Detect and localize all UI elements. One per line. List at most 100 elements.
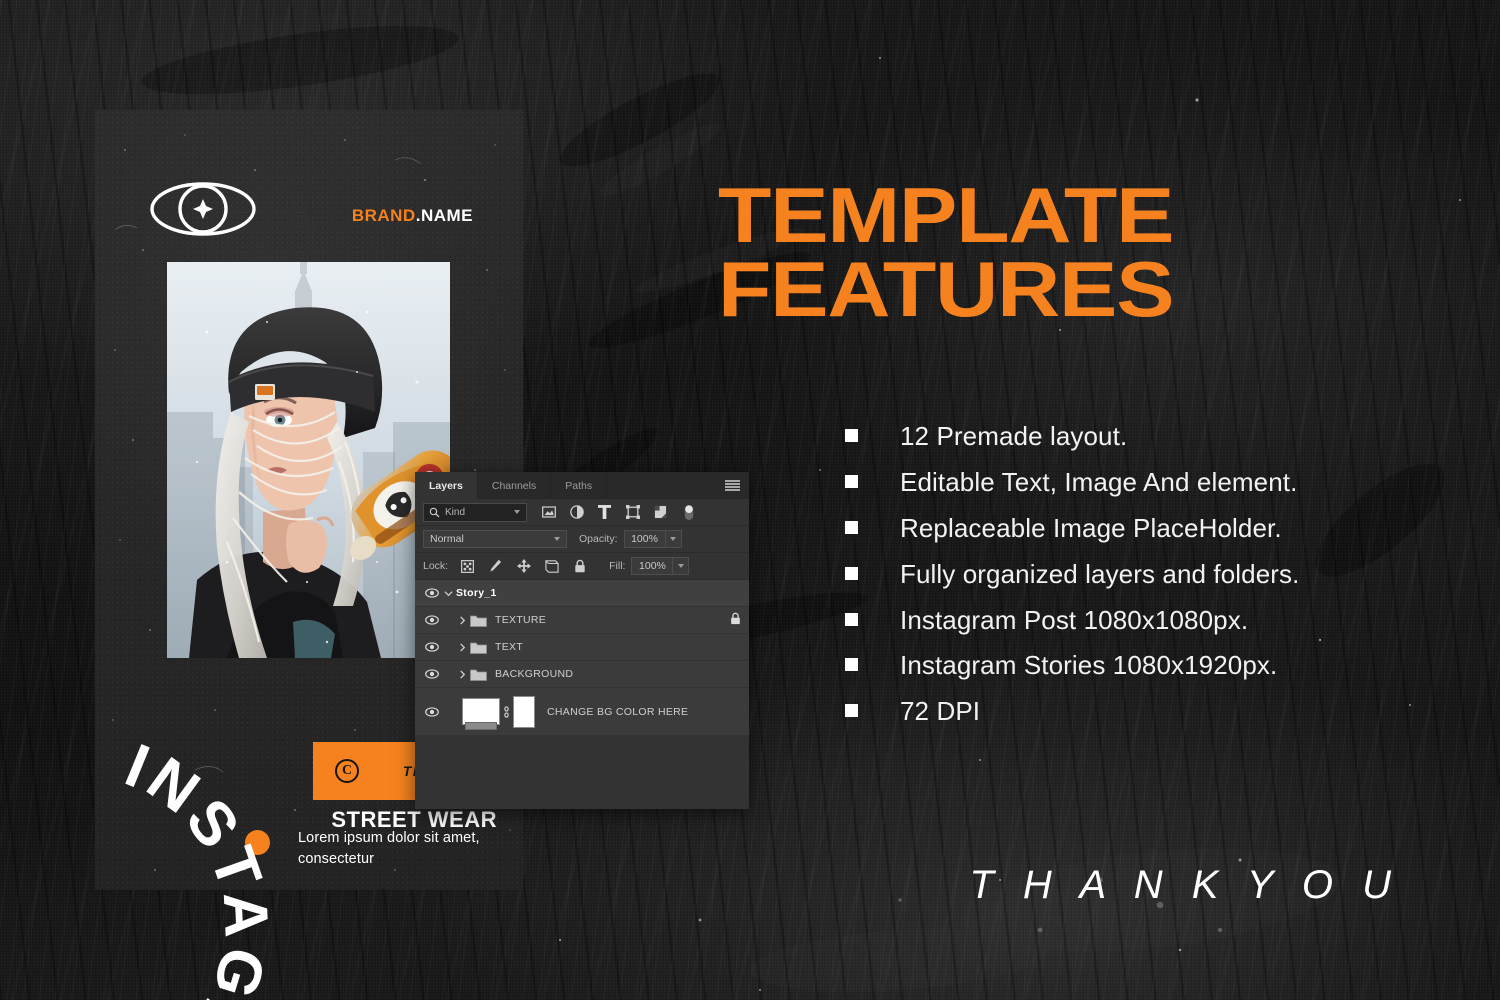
list-item: Editable Text, Image And element. xyxy=(845,466,1465,498)
panel-footer xyxy=(415,736,749,760)
hamburger-menu-icon[interactable] xyxy=(725,480,740,491)
tab-layers-label: Layers xyxy=(429,479,463,492)
layer-name: Story_1 xyxy=(456,587,497,599)
link-mask-icon[interactable] xyxy=(500,705,513,719)
list-item: Fully organized layers and folders. xyxy=(845,558,1465,590)
eye-visibility-icon[interactable] xyxy=(423,615,440,625)
lock-all-icon[interactable] xyxy=(572,559,587,574)
feature-label: 72 DPI xyxy=(900,696,981,727)
brand-secondary: .NAME xyxy=(415,206,473,225)
layer-lock-icon[interactable] xyxy=(730,612,741,628)
list-item: 72 DPI xyxy=(845,696,1465,727)
kind-filter-label: Kind xyxy=(445,506,466,518)
list-item: Instagram Stories 1080x1920px. xyxy=(845,651,1465,681)
chevron-down-icon xyxy=(670,537,677,541)
lock-image-pixels-icon[interactable] xyxy=(488,559,503,574)
tab-channels-label: Channels xyxy=(491,479,537,492)
lock-transparent-pixels-icon[interactable] xyxy=(460,559,475,574)
table-row[interactable]: Story_1 xyxy=(415,580,749,607)
smart-object-filter-icon[interactable] xyxy=(653,505,668,520)
opacity-value: 100% xyxy=(631,533,658,545)
table-row[interactable]: CHANGE BG COLOR HERE xyxy=(415,688,749,736)
feature-label: Instagram Post 1080x1080px. xyxy=(900,604,1249,635)
table-row[interactable]: TEXTURE xyxy=(415,607,749,634)
eye-visibility-icon[interactable] xyxy=(423,706,440,717)
search-icon xyxy=(429,507,440,517)
layer-name: TEXTURE xyxy=(495,614,547,626)
chevron-down-icon xyxy=(677,564,684,568)
adjustment-layer-filter-icon[interactable] xyxy=(569,505,584,520)
layer-name: CHANGE BG COLOR HERE xyxy=(547,705,689,718)
eye-visibility-icon[interactable] xyxy=(423,669,440,679)
fill-input[interactable]: 100% xyxy=(631,557,674,575)
blend-mode-row: Normal Opacity: 100% xyxy=(415,526,749,553)
heading-line-2: FEATURES xyxy=(718,245,1174,334)
lorem-text: Lorem ipsum dolor sit amet, consectetur xyxy=(298,830,480,867)
folder-icon xyxy=(470,615,487,627)
opacity-label: Opacity: xyxy=(579,533,618,545)
fill-value: 100% xyxy=(639,560,666,572)
eye-visibility-icon[interactable] xyxy=(423,588,440,598)
type-layer-filter-icon[interactable] xyxy=(597,505,612,520)
feature-label: 12 Premade layout. xyxy=(900,421,1128,451)
lorem-row: Lorem ipsum dolor sit amet, consectetur xyxy=(245,828,508,869)
opacity-input[interactable]: 100% xyxy=(623,530,666,548)
filter-type-icons xyxy=(541,504,696,520)
blend-mode-select[interactable]: Normal xyxy=(423,530,567,548)
presentation-stage: BRAND.NAME C Lorem ipsum dolor sit amet,… xyxy=(0,0,1500,1000)
fill-stepper[interactable] xyxy=(673,557,690,575)
lock-artboard-nesting-icon[interactable] xyxy=(544,559,559,574)
feature-label: Fully organized layers and folders. xyxy=(900,558,1300,589)
layer-name: BACKGROUND xyxy=(495,668,574,680)
eye-visibility-icon[interactable] xyxy=(423,642,440,652)
heading-line-1: TEMPLATE xyxy=(718,171,1174,259)
feature-label: Instagram Stories 1080x1920px. xyxy=(900,650,1278,681)
chevron-right-icon[interactable] xyxy=(454,615,470,625)
eye-star-logo-icon xyxy=(150,182,256,236)
bullet-square-icon xyxy=(845,566,858,580)
lock-label: Lock: xyxy=(423,560,449,572)
shape-layer-filter-icon[interactable] xyxy=(625,505,640,520)
filter-toggle-switch[interactable] xyxy=(681,504,696,520)
chevron-right-icon[interactable] xyxy=(454,669,470,679)
thank-you-text: T H A N K Y O U xyxy=(969,863,1400,907)
lock-position-icon[interactable] xyxy=(516,559,531,574)
bullet-square-icon xyxy=(845,474,858,488)
table-row[interactable]: BACKGROUND xyxy=(415,661,749,688)
list-item: Instagram Post 1080x1080px. xyxy=(845,604,1465,636)
list-item: 12 Premade layout. xyxy=(845,421,1465,452)
card-footer-title: STREET WEAR xyxy=(331,806,497,832)
layer-name: TEXT xyxy=(495,641,524,653)
chevron-down-icon xyxy=(554,537,560,541)
lock-row: Lock: Fill: 100% xyxy=(415,553,749,580)
pixel-layer-filter-icon[interactable] xyxy=(541,505,556,520)
kind-filter-select[interactable]: Kind xyxy=(423,502,527,522)
layer-filter-row: Kind xyxy=(415,499,749,526)
photo-image xyxy=(167,262,450,658)
opacity-stepper[interactable] xyxy=(665,530,682,548)
chevron-right-icon[interactable] xyxy=(454,642,470,652)
chevron-down-icon[interactable] xyxy=(440,590,456,597)
brand-primary: BRAND xyxy=(351,206,416,225)
instagram-circular-text: INSTAGRAM xyxy=(80,731,270,1000)
bullet-square-icon xyxy=(845,429,858,442)
feature-label: Editable Text, Image And element. xyxy=(900,466,1298,497)
tab-layers[interactable]: Layers xyxy=(415,472,478,499)
layer-mask-thumbnail[interactable] xyxy=(513,695,535,728)
fill-label: Fill: xyxy=(609,560,626,572)
feature-label: Replaceable Image PlaceHolder. xyxy=(900,512,1282,543)
copyright-icon: C xyxy=(335,759,359,783)
panel-tabbar: Layers Channels Paths xyxy=(415,472,749,499)
table-row[interactable]: TEXT xyxy=(415,634,749,661)
lock-icons xyxy=(460,559,587,574)
bullet-square-icon xyxy=(845,658,858,672)
bullet-square-icon xyxy=(845,520,858,534)
tab-channels[interactable]: Channels xyxy=(478,472,552,499)
folder-icon xyxy=(470,669,487,681)
photoshop-layers-panel[interactable]: Layers Channels Paths Kind Normal Opacit… xyxy=(415,472,749,809)
tab-paths[interactable]: Paths xyxy=(551,472,608,499)
layer-thumbnail[interactable] xyxy=(462,698,500,730)
layer-list: Story_1 TEXTURE TEXT BACKGROUND CHANGE B… xyxy=(415,580,749,736)
features-list: 12 Premade layout. Editable Text, Image … xyxy=(845,421,1465,743)
folder-icon xyxy=(470,642,487,654)
